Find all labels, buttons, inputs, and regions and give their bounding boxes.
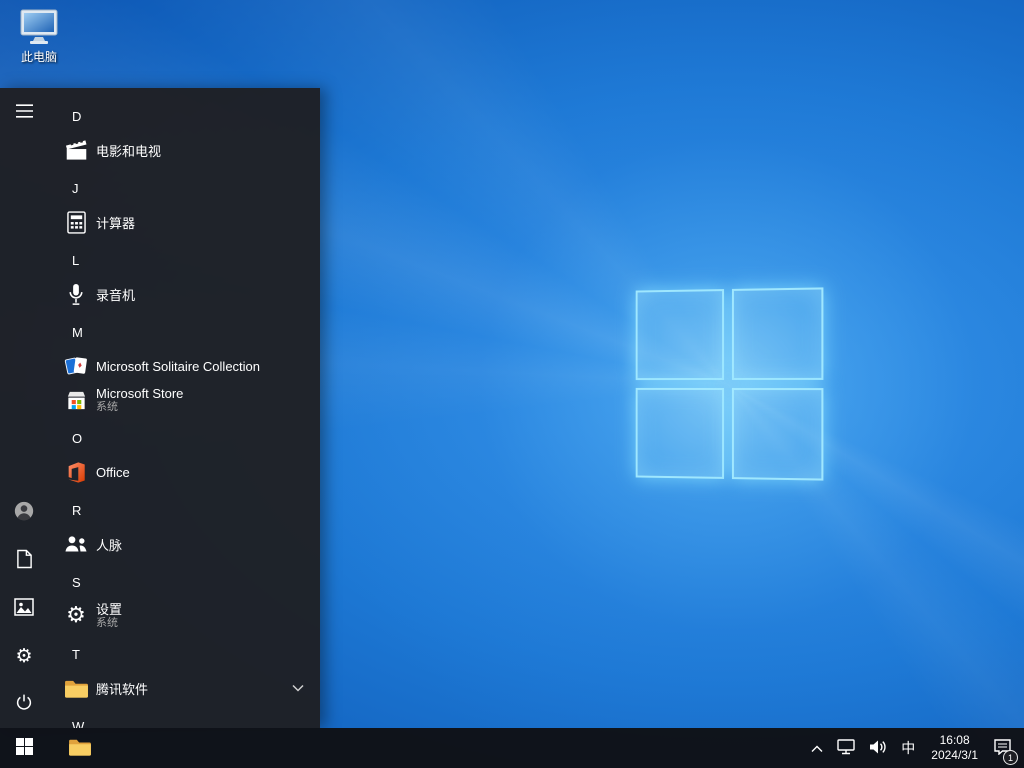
file-explorer-icon <box>68 737 92 760</box>
settings-button[interactable]: ⚙ <box>0 632 48 680</box>
app-sublabel: 系统 <box>96 617 122 630</box>
letter-header-l[interactable]: L <box>48 243 320 277</box>
letter-header-o[interactable]: O <box>48 421 320 455</box>
app-item-calculator[interactable]: 计算器 <box>48 205 320 239</box>
letter-header-d[interactable]: D <box>48 99 320 133</box>
app-item-voice-recorder[interactable]: 录音机 <box>48 277 320 311</box>
letter-header-m[interactable]: M <box>48 315 320 349</box>
app-sublabel: 系统 <box>96 401 183 414</box>
solitaire-icon <box>62 352 90 380</box>
letter-header-j[interactable]: J <box>48 171 320 205</box>
taskbar: 中 16:08 2024/3/1 1 <box>0 728 1024 768</box>
office-icon <box>62 458 90 486</box>
app-label-group: 设置 系统 <box>96 602 122 630</box>
this-pc-icon <box>18 8 60 46</box>
app-item-movies-tv[interactable]: 电影和电视 <box>48 133 320 167</box>
pictures-icon <box>14 598 34 619</box>
app-label: 电影和电视 <box>96 141 161 160</box>
rail-bottom-group: ⚙ <box>0 488 48 728</box>
app-item-office[interactable]: Office <box>48 455 320 489</box>
chevron-down-icon[interactable] <box>292 684 304 692</box>
app-item-solitaire[interactable]: Microsoft Solitaire Collection <box>48 349 320 383</box>
pictures-button[interactable] <box>0 584 48 632</box>
app-item-people[interactable]: 人脉 <box>48 527 320 561</box>
desktop-icon-label: 此电脑 <box>10 48 68 65</box>
letter-header-w[interactable]: W <box>48 709 320 728</box>
letter-label: R <box>72 503 81 518</box>
letter-label: W <box>72 719 84 729</box>
documents-button[interactable] <box>0 536 48 584</box>
app-label: Microsoft Solitaire Collection <box>96 359 260 374</box>
store-icon <box>62 386 90 414</box>
hamburger-icon <box>16 104 33 121</box>
file-explorer-button[interactable] <box>60 728 100 768</box>
user-avatar-icon <box>13 500 35 525</box>
letter-header-t[interactable]: T <box>48 637 320 671</box>
voice-recorder-icon <box>62 280 90 308</box>
logo-pane <box>636 388 724 479</box>
clock-date: 2024/3/1 <box>931 748 978 763</box>
letter-label: J <box>72 181 79 196</box>
movies-tv-icon <box>62 136 90 164</box>
ime-indicator[interactable]: 中 <box>894 728 922 768</box>
notification-badge: 1 <box>1003 750 1018 765</box>
app-item-settings[interactable]: ⚙ 设置 系统 <box>48 599 320 633</box>
letter-header-r[interactable]: R <box>48 493 320 527</box>
app-label: Office <box>96 465 130 480</box>
windows-logo-icon <box>16 738 33 758</box>
app-label: 腾讯软件 <box>96 679 148 698</box>
network-icon <box>837 739 855 758</box>
logo-pane <box>732 388 823 481</box>
network-button[interactable] <box>830 728 862 768</box>
user-account-button[interactable] <box>0 488 48 536</box>
letter-label: D <box>72 109 81 124</box>
taskbar-clock[interactable]: 16:08 2024/3/1 <box>922 728 987 768</box>
letter-label: T <box>72 647 80 662</box>
letter-label: O <box>72 431 82 446</box>
app-label: 人脉 <box>96 535 122 554</box>
wallpaper-windows-logo <box>636 287 824 480</box>
system-tray: 中 16:08 2024/3/1 1 <box>804 728 1024 768</box>
letter-label: M <box>72 325 83 340</box>
power-icon <box>15 693 33 715</box>
speaker-icon <box>869 739 887 758</box>
desktop-icon-this-pc[interactable]: 此电脑 <box>10 8 68 65</box>
start-button[interactable] <box>0 728 48 768</box>
app-label: Microsoft Store <box>96 386 183 401</box>
letter-label: S <box>72 575 81 590</box>
action-center-button[interactable]: 1 <box>987 728 1018 768</box>
app-label-group: Microsoft Store 系统 <box>96 386 183 414</box>
people-icon <box>62 530 90 558</box>
app-label: 设置 <box>96 602 122 617</box>
clock-time: 16:08 <box>940 733 970 748</box>
start-menu: ⚙ D 电影和电视 J 计算器 L 录音机 M Microsoft Solita… <box>0 88 320 728</box>
logo-pane <box>732 287 823 380</box>
letter-header-s[interactable]: S <box>48 565 320 599</box>
power-button[interactable] <box>0 680 48 728</box>
letter-label: L <box>72 253 79 268</box>
app-item-microsoft-store[interactable]: Microsoft Store 系统 <box>48 383 320 417</box>
volume-button[interactable] <box>862 728 894 768</box>
hamburger-menu-button[interactable] <box>0 88 48 136</box>
app-item-tencent-folder[interactable]: 腾讯软件 <box>48 671 320 705</box>
start-menu-rail: ⚙ <box>0 88 48 728</box>
start-menu-app-list: D 电影和电视 J 计算器 L 录音机 M Microsoft Solitair… <box>48 88 320 728</box>
gear-icon: ⚙ <box>62 602 90 630</box>
app-label: 录音机 <box>96 285 135 304</box>
gear-icon: ⚙ <box>15 647 32 666</box>
logo-pane <box>636 289 724 380</box>
document-icon <box>16 549 33 572</box>
chevron-up-icon <box>811 741 823 756</box>
app-label: 计算器 <box>96 213 135 232</box>
tray-expand-button[interactable] <box>804 728 830 768</box>
folder-icon <box>62 674 90 702</box>
calculator-icon <box>62 208 90 236</box>
